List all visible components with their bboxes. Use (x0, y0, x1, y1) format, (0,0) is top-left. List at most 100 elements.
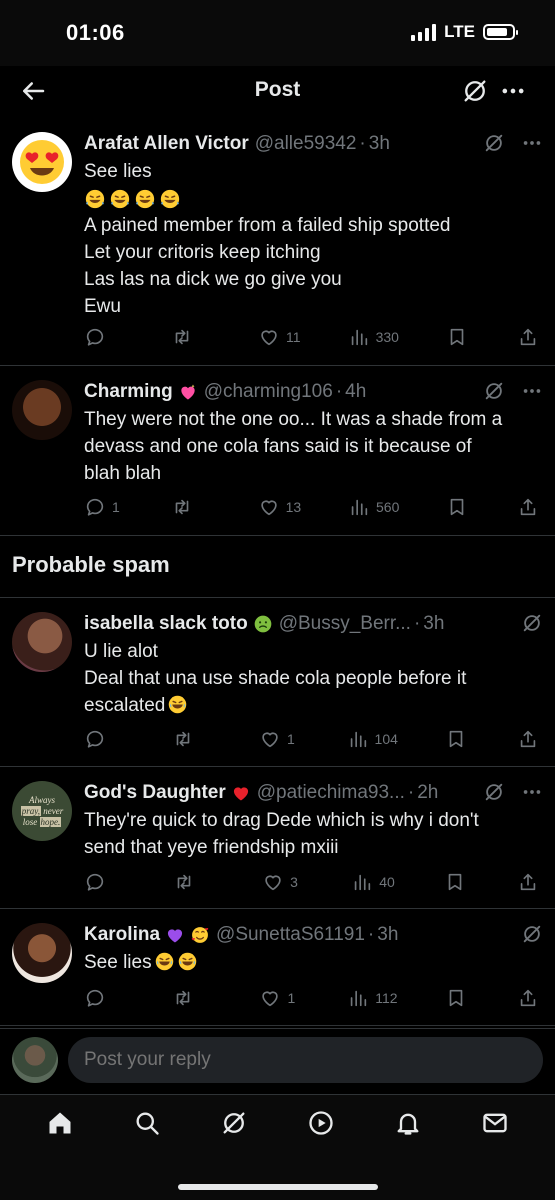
more-options-icon[interactable] (521, 132, 543, 154)
home-indicator (178, 1184, 378, 1190)
like-button[interactable]: 1 (259, 728, 299, 750)
like-button[interactable]: 3 (262, 871, 302, 893)
views-button[interactable]: 40 (351, 871, 395, 893)
action-bar: 11 330 (84, 324, 541, 350)
more-options-icon[interactable] (521, 781, 543, 803)
search-icon[interactable] (133, 1109, 161, 1137)
reply-line: See lies (84, 949, 535, 976)
separator: · (367, 924, 375, 945)
reply-text: See lies A pained member from a failed s… (84, 158, 535, 320)
share-button[interactable] (517, 326, 541, 348)
repost-button[interactable] (172, 728, 212, 750)
view-count: 560 (376, 499, 400, 515)
bottom-navigation (0, 1094, 555, 1200)
bookmark-button[interactable] (446, 496, 470, 518)
grok-icon[interactable] (483, 132, 505, 154)
reply-icon (84, 728, 106, 750)
reply-button[interactable] (84, 987, 124, 1009)
video-icon[interactable] (307, 1109, 335, 1137)
display-name[interactable]: Karolina (84, 924, 160, 946)
reply-line: blah blah (84, 463, 162, 484)
reply-text: They're quick to drag Dede which is why … (84, 807, 535, 861)
grok-icon[interactable] (461, 77, 489, 105)
reply-item[interactable]: isabella slack toto @Bussy_Berr... · 3h … (0, 597, 555, 767)
views-button[interactable]: 112 (347, 987, 398, 1009)
reply-button[interactable]: 1 (84, 496, 124, 518)
share-button[interactable] (517, 987, 541, 1009)
avatar[interactable] (12, 923, 72, 983)
bookmark-icon (446, 326, 468, 348)
avatar[interactable] (12, 132, 72, 192)
notifications-bell-icon[interactable] (394, 1109, 422, 1137)
display-name[interactable]: Charming (84, 381, 173, 403)
reply-line: A pained member from a failed ship spott… (84, 215, 451, 236)
reply-line: devass and one cola fans said is it beca… (84, 436, 472, 457)
reply-button[interactable] (84, 871, 124, 893)
share-button[interactable] (517, 871, 541, 893)
bookmark-button[interactable] (445, 728, 469, 750)
avatar[interactable] (12, 612, 72, 672)
grok-icon[interactable] (220, 1109, 248, 1137)
view-count: 40 (379, 874, 395, 890)
reply-button[interactable] (84, 326, 124, 348)
reply-item[interactable]: Karolina @SunettaS61191 · 3h See lies 1 … (0, 909, 555, 1026)
bookmark-button[interactable] (446, 326, 470, 348)
share-button[interactable] (517, 728, 541, 750)
user-avatar[interactable] (12, 1037, 58, 1083)
reply-input[interactable] (68, 1037, 543, 1083)
probable-spam-heading: Probable spam (12, 552, 170, 577)
reply-line: Las las na dick we go give you (84, 269, 342, 290)
status-bar: 01:06 LTE (0, 0, 555, 66)
views-button[interactable]: 560 (348, 496, 399, 518)
heart-icon (259, 987, 281, 1009)
sparkling-heart-icon (181, 384, 195, 400)
handle[interactable]: @alle59342 (255, 133, 357, 155)
like-button[interactable]: 1 (259, 987, 299, 1009)
like-button[interactable]: 11 (258, 326, 301, 348)
grok-icon[interactable] (521, 612, 543, 634)
signal-icon (411, 23, 437, 41)
like-button[interactable]: 13 (258, 496, 301, 518)
reply-item[interactable]: Always pray, never lose hope. God's Daug… (0, 767, 555, 909)
avatar[interactable]: Always pray, never lose hope. (12, 781, 72, 841)
bookmark-button[interactable] (445, 987, 469, 1009)
red-heart-icon (233, 787, 248, 801)
action-bar: 1 104 (84, 726, 541, 752)
repost-button[interactable] (171, 326, 211, 348)
emoji-row (84, 185, 535, 212)
home-icon[interactable] (46, 1109, 74, 1137)
separator: · (359, 133, 366, 154)
reply-icon (84, 326, 106, 348)
reply-line: Ewu (84, 296, 121, 317)
handle[interactable]: @Bussy_Berr... (279, 613, 411, 635)
grok-icon[interactable] (483, 781, 505, 803)
like-count: 3 (290, 874, 298, 890)
more-options-icon[interactable] (521, 380, 543, 402)
display-name[interactable]: isabella slack toto (84, 613, 248, 635)
repost-button[interactable] (173, 871, 213, 893)
views-button[interactable]: 330 (348, 326, 399, 348)
repost-button[interactable] (172, 987, 212, 1009)
reply-button[interactable] (84, 728, 124, 750)
display-name[interactable]: God's Daughter (84, 782, 226, 804)
more-options-icon[interactable] (499, 77, 527, 105)
rofl-emoji-icon (109, 188, 131, 210)
handle[interactable]: @charming106 (204, 381, 333, 403)
view-count: 330 (375, 329, 399, 345)
repost-button[interactable] (171, 496, 211, 518)
reply-item[interactable]: Arafat Allen Victor @alle59342 · 3h See … (0, 118, 555, 366)
avatar[interactable] (12, 380, 72, 440)
handle[interactable]: @patiechima93... (257, 782, 405, 804)
handle[interactable]: @SunettaS61191 (216, 924, 365, 946)
messages-envelope-icon[interactable] (481, 1109, 509, 1137)
share-icon (517, 326, 539, 348)
share-button[interactable] (517, 496, 541, 518)
repost-icon (171, 496, 193, 518)
grok-icon[interactable] (483, 380, 505, 402)
grok-icon[interactable] (521, 923, 543, 945)
reply-item[interactable]: Charming @charming106 · 4h They were not… (0, 366, 555, 536)
views-button[interactable]: 104 (347, 728, 398, 750)
bookmark-button[interactable] (444, 871, 468, 893)
laughing-tears-emoji-icon (167, 694, 188, 715)
display-name[interactable]: Arafat Allen Victor (84, 133, 249, 155)
